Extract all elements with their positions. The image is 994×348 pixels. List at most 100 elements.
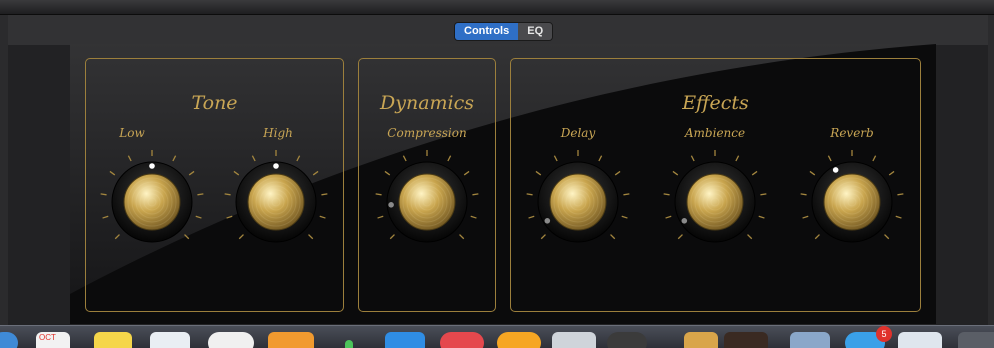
knob-label-ambience: Ambience: [684, 126, 746, 140]
knob-tick: [102, 215, 109, 219]
calendar-icon[interactable]: OCT: [36, 332, 70, 348]
knob-tick: [623, 193, 630, 196]
image-capture-icon[interactable]: [684, 332, 718, 348]
knob-indicator: [388, 202, 394, 208]
section-title-effects: Effects: [682, 92, 749, 114]
knob-tick: [459, 234, 465, 240]
knob-tick: [197, 193, 204, 196]
knob-tick: [598, 155, 603, 162]
knob-tick: [226, 215, 233, 219]
knob-tick: [663, 193, 670, 196]
knob-tick: [100, 193, 107, 196]
knob-tick: [114, 234, 120, 240]
knob-tick: [895, 215, 902, 219]
knob-label-reverb: Reverb: [830, 126, 874, 140]
knob-tick: [814, 234, 820, 240]
photo-booth-icon[interactable]: [724, 332, 768, 348]
system-prefs-icon[interactable]: [898, 332, 942, 348]
knob-tick: [802, 215, 809, 219]
tab-eq[interactable]: EQ: [518, 23, 553, 40]
knob-tick: [535, 170, 542, 176]
finder-utility-icon[interactable]: [790, 332, 830, 348]
section-title-tone: Tone: [191, 92, 238, 114]
high-knob[interactable]: [222, 148, 330, 256]
knob-indicator: [681, 218, 688, 224]
window-top-edge: [0, 0, 994, 15]
music-icon[interactable]: [440, 332, 484, 348]
knob-graphic: [526, 150, 630, 243]
knob-tick: [308, 234, 314, 240]
knob-tick: [172, 155, 177, 162]
knob-tick: [312, 170, 319, 176]
knob-tick: [463, 170, 470, 176]
knob-tick: [109, 170, 116, 176]
knob-tick: [751, 170, 758, 176]
knob-tick: [188, 170, 195, 176]
knob-tick: [447, 155, 452, 162]
knob-tick: [672, 170, 679, 176]
knob-tick: [747, 234, 753, 240]
knob-tick: [195, 215, 202, 219]
knob-tick: [621, 215, 628, 219]
knob-tick: [224, 193, 231, 196]
tab-controls[interactable]: Controls: [455, 23, 519, 40]
knob-tick: [884, 234, 890, 240]
knob-label-compression: Compression: [387, 126, 467, 140]
knob-tick: [184, 234, 190, 240]
knob-tick: [528, 215, 535, 219]
pages-icon[interactable]: [268, 332, 314, 348]
knob-tick: [827, 155, 832, 162]
knob-tick: [888, 170, 895, 176]
reminders-icon[interactable]: [150, 332, 190, 348]
knob-label-low: Low: [119, 126, 145, 140]
knob-tick: [296, 155, 301, 162]
knob-tick: [897, 193, 904, 196]
safari-icon[interactable]: [0, 332, 18, 348]
knob-tick: [800, 193, 807, 196]
knob-tick: [526, 193, 533, 196]
knob-tick: [472, 193, 479, 196]
knob-graphic: [663, 150, 767, 243]
knob-tick: [758, 215, 765, 219]
knob-tick: [389, 234, 395, 240]
compression-knob[interactable]: [373, 148, 481, 256]
knob-tick: [384, 170, 391, 176]
knob-graphic: [224, 150, 328, 243]
calendar-month: OCT: [39, 333, 56, 342]
ambience-knob[interactable]: [661, 148, 769, 256]
knob-tick: [614, 170, 621, 176]
knob-graphic: [800, 150, 904, 243]
knob-indicator: [832, 167, 839, 173]
trash-icon[interactable]: [958, 332, 994, 348]
delay-knob[interactable]: [524, 148, 632, 256]
notification-badge: 5: [876, 326, 892, 342]
books-icon[interactable]: [497, 332, 541, 348]
notes-icon[interactable]: [94, 332, 132, 348]
knob-tick: [553, 155, 558, 162]
low-knob[interactable]: [98, 148, 206, 256]
knob-tick: [540, 234, 546, 240]
knob-tick: [233, 170, 240, 176]
knob-tick: [319, 215, 326, 219]
knob-tick: [809, 170, 816, 176]
knob-tick: [690, 155, 695, 162]
knob-tick: [127, 155, 132, 162]
keynote-icon[interactable]: [385, 332, 425, 348]
knob-tick: [760, 193, 767, 196]
knob-indicator: [544, 218, 551, 224]
knob-tick: [251, 155, 256, 162]
section-title-dynamics: Dynamics: [379, 92, 475, 114]
knob-tick: [470, 215, 477, 219]
garageband-icon[interactable]: [607, 332, 647, 348]
amp-controls-panel: Tone Low High Dynamics Compression Effec…: [70, 44, 936, 324]
knob-tick: [238, 234, 244, 240]
knob-tick: [872, 155, 877, 162]
view-switcher: Controls EQ: [454, 22, 554, 41]
knob-tick: [375, 193, 382, 196]
reverb-knob[interactable]: [798, 148, 906, 256]
photos-icon[interactable]: [208, 332, 254, 348]
knob-graphic: [100, 150, 204, 243]
preview-icon[interactable]: [552, 332, 596, 348]
knob-indicator: [273, 163, 279, 169]
knob-indicator: [149, 163, 155, 169]
